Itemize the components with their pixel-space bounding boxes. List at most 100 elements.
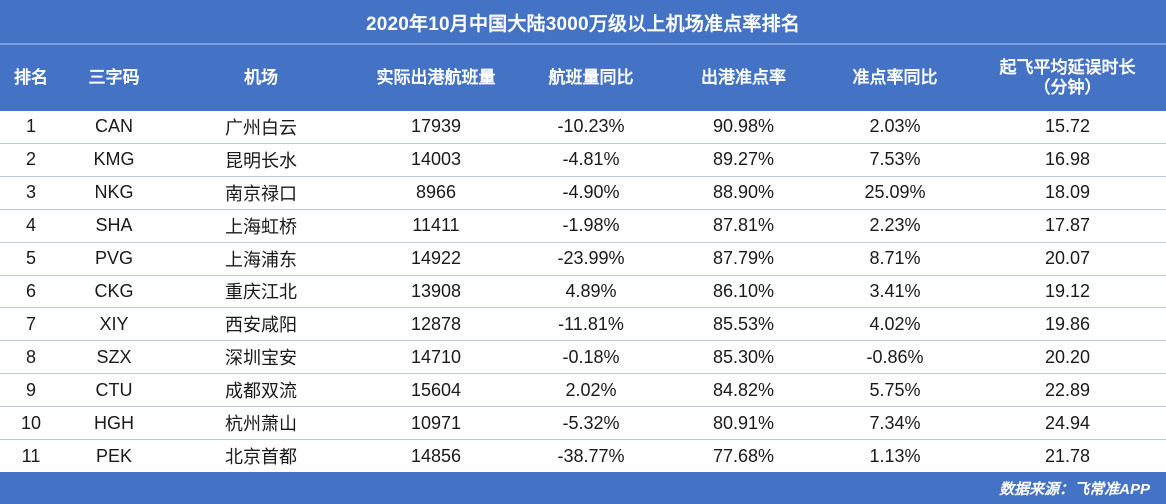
cell-airport: 成都双流 bbox=[225, 381, 297, 402]
cell-rank: 5 bbox=[25, 248, 36, 269]
cell-flight-yoy: -10.23% bbox=[557, 116, 625, 137]
cell-otp: 85.53% bbox=[712, 313, 775, 334]
page-title: 2020年10月中国大陆3000万级以上机场准点率排名 bbox=[365, 14, 801, 35]
cell-airport: 重庆江北 bbox=[225, 282, 297, 303]
table-row[interactable]: 11 PEK 北京首都 14856 -38.77% 77.68% 1.13% 21.78 bbox=[0, 440, 1166, 472]
cell-rank: 6 bbox=[25, 280, 36, 301]
cell-flights: 14856 bbox=[410, 445, 462, 466]
column-header-rank: 排名 bbox=[0, 68, 62, 88]
cell-flights: 10971 bbox=[410, 412, 462, 433]
cell-flights: 12878 bbox=[410, 313, 462, 334]
cell-flights: 11411 bbox=[412, 215, 460, 236]
column-header-flight-yoy-label: 航班量同比 bbox=[548, 67, 634, 87]
cell-otp-yoy: -0.86% bbox=[866, 346, 924, 367]
cell-iata: NKG bbox=[94, 182, 134, 203]
cell-otp-yoy: 1.13% bbox=[869, 445, 921, 466]
cell-otp: 80.91% bbox=[712, 412, 775, 433]
cell-flight-yoy: -11.81% bbox=[558, 313, 624, 334]
table-row[interactable]: 5 PVG 上海浦东 14922 -23.99% 87.79% 8.71% 20.07 bbox=[0, 242, 1166, 276]
column-header-otp-yoy: 准点率同比 bbox=[821, 68, 969, 88]
column-header-otp: 出港准点率 bbox=[666, 68, 821, 88]
cell-flights: 13908 bbox=[410, 280, 462, 301]
cell-avg-delay: 17.87 bbox=[1044, 215, 1091, 236]
cell-otp-yoy: 5.75% bbox=[869, 379, 921, 400]
column-header-airport: 机场 bbox=[166, 68, 356, 88]
cell-otp-yoy: 7.53% bbox=[869, 149, 921, 170]
table-row[interactable]: 10 HGH 杭州萧山 10971 -5.32% 80.91% 7.34% 24.94 bbox=[0, 407, 1166, 441]
cell-flight-yoy: -0.18% bbox=[562, 346, 620, 367]
table-row[interactable]: 8 SZX 深圳宝安 14710 -0.18% 85.30% -0.86% 20.20 bbox=[0, 341, 1166, 375]
table-row[interactable]: 2 KMG 昆明长水 14003 -4.81% 89.27% 7.53% 16.98 bbox=[0, 143, 1166, 177]
cell-flights: 14003 bbox=[410, 149, 462, 170]
cell-iata: SHA bbox=[95, 215, 133, 236]
ranking-table-card: 2020年10月中国大陆3000万级以上机场准点率排名 排名 三字码 机场 实际… bbox=[0, 0, 1166, 504]
cell-flight-yoy: -38.77% bbox=[557, 445, 625, 466]
cell-avg-delay: 18.09 bbox=[1044, 182, 1091, 203]
cell-flight-yoy: -1.98% bbox=[562, 215, 620, 236]
cell-avg-delay: 24.94 bbox=[1044, 412, 1091, 433]
cell-flight-yoy: -4.81% bbox=[562, 149, 620, 170]
table-row[interactable]: 3 NKG 南京禄口 8966 -4.90% 88.90% 25.09% 18.09 bbox=[0, 176, 1166, 210]
cell-iata: CAN bbox=[94, 116, 133, 137]
cell-avg-delay: 16.98 bbox=[1044, 149, 1091, 170]
column-header-rank-label: 排名 bbox=[14, 67, 48, 87]
cell-rank: 4 bbox=[25, 215, 36, 236]
cell-airport: 杭州萧山 bbox=[225, 414, 297, 435]
table-row[interactable]: 7 XIY 西安咸阳 12878 -11.81% 85.53% 4.02% 19.86 bbox=[0, 308, 1166, 342]
cell-airport: 西安咸阳 bbox=[225, 315, 297, 336]
column-header-flights-label: 实际出港航班量 bbox=[376, 67, 496, 87]
cell-rank: 2 bbox=[25, 149, 36, 170]
table-row[interactable]: 4 SHA 上海虹桥 11411 -1.98% 87.81% 2.23% 17.87 bbox=[0, 209, 1166, 243]
cell-airport: 广州白云 bbox=[225, 117, 297, 138]
cell-otp: 87.81% bbox=[712, 215, 775, 236]
cell-iata: CKG bbox=[94, 280, 134, 301]
cell-avg-delay: 21.78 bbox=[1044, 445, 1091, 466]
column-header-avg-delay: 起飞平均延误时长 （分钟） bbox=[969, 58, 1166, 98]
cell-otp-yoy: 2.23% bbox=[869, 215, 921, 236]
column-header-airport-label: 机场 bbox=[244, 67, 278, 87]
table-body: 1 CAN 广州白云 17939 -10.23% 90.98% 2.03% 15.72 2 KMG… bbox=[0, 111, 1166, 472]
cell-avg-delay: 20.07 bbox=[1044, 248, 1091, 269]
cell-rank: 3 bbox=[25, 182, 36, 203]
cell-iata: PEK bbox=[95, 445, 133, 466]
cell-flights: 8966 bbox=[415, 182, 457, 203]
cell-iata: CTU bbox=[95, 379, 133, 400]
cell-rank: 1 bbox=[25, 116, 36, 137]
cell-otp: 87.79% bbox=[712, 248, 775, 269]
cell-otp: 84.82% bbox=[712, 379, 775, 400]
table-row[interactable]: 1 CAN 广州白云 17939 -10.23% 90.98% 2.03% 15.72 bbox=[0, 111, 1166, 144]
cell-otp-yoy: 8.71% bbox=[869, 248, 921, 269]
cell-otp: 88.90% bbox=[712, 182, 775, 203]
cell-otp-yoy: 4.02% bbox=[869, 313, 921, 334]
cell-otp: 85.30% bbox=[712, 346, 775, 367]
cell-otp-yoy: 7.34% bbox=[869, 412, 921, 433]
column-header-flight-yoy: 航班量同比 bbox=[516, 68, 666, 88]
table-row[interactable]: 6 CKG 重庆江北 13908 4.89% 86.10% 3.41% 19.12 bbox=[0, 275, 1166, 309]
cell-flight-yoy: 4.89% bbox=[565, 280, 617, 301]
cell-iata: XIY bbox=[99, 313, 129, 334]
cell-avg-delay: 15.72 bbox=[1044, 116, 1091, 137]
cell-otp-yoy: 25.09% bbox=[864, 182, 926, 203]
cell-otp: 86.10% bbox=[712, 280, 775, 301]
column-header-avg-delay-label: 起飞平均延误时长 bbox=[999, 57, 1136, 77]
column-header-flights: 实际出港航班量 bbox=[356, 68, 516, 88]
cell-iata: SZX bbox=[96, 346, 132, 367]
cell-flights: 17939 bbox=[410, 116, 462, 137]
cell-otp-yoy: 3.41% bbox=[869, 280, 921, 301]
cell-avg-delay: 20.20 bbox=[1044, 346, 1091, 367]
cell-flights: 14922 bbox=[410, 248, 462, 269]
column-header-otp-yoy-label: 准点率同比 bbox=[852, 67, 938, 87]
cell-iata: KMG bbox=[93, 149, 135, 170]
cell-flight-yoy: -23.99% bbox=[557, 248, 625, 269]
cell-flights: 15604 bbox=[410, 379, 462, 400]
cell-rank: 8 bbox=[25, 346, 36, 367]
cell-flight-yoy: -5.32% bbox=[562, 412, 620, 433]
column-header-iata: 三字码 bbox=[62, 68, 166, 88]
cell-otp: 77.68% bbox=[712, 445, 775, 466]
cell-airport: 北京首都 bbox=[225, 447, 297, 468]
cell-rank: 11 bbox=[21, 445, 41, 466]
cell-otp: 89.27% bbox=[712, 149, 775, 170]
title-bar: 2020年10月中国大陆3000万级以上机场准点率排名 bbox=[0, 0, 1166, 45]
table-row[interactable]: 9 CTU 成都双流 15604 2.02% 84.82% 5.75% 22.89 bbox=[0, 374, 1166, 408]
data-source-label: 数据来源：飞常准APP bbox=[999, 480, 1150, 498]
